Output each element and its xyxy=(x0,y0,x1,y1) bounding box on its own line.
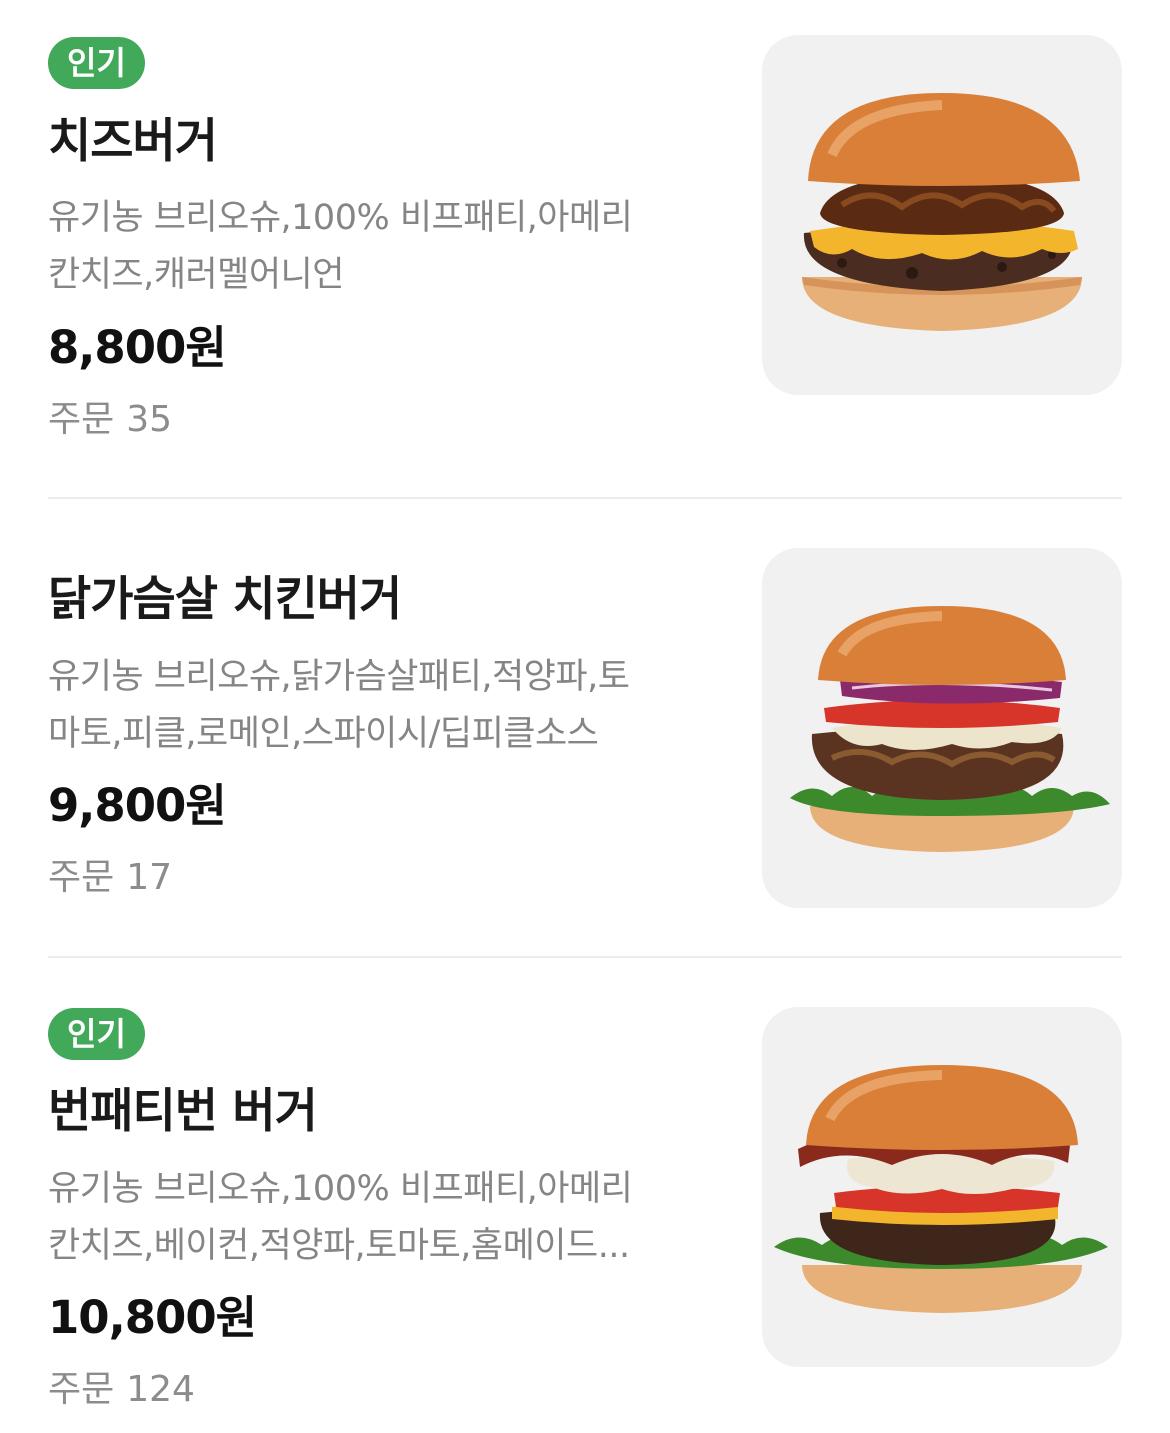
description-line: 유기농 브리오슈,100% 비프패티,아메리 xyxy=(48,1169,633,1209)
order-count-value: 124 xyxy=(126,1369,195,1410)
order-count-label: 주문 xyxy=(48,1369,115,1410)
chicken-burger-photo[interactable] xyxy=(762,548,1122,908)
description-line: 유기농 브리오슈,100% 비프패티,아메리 xyxy=(48,198,633,238)
menu-item-name: 닭가슴살 치킨버거 xyxy=(48,572,402,627)
burger-illustration xyxy=(774,1065,1108,1313)
description-line: 칸치즈,베이컨,적양파,토마토,홈메이드... xyxy=(48,1226,630,1266)
menu-item-description: 유기농 브리오슈,100% 비프패티,아메리 칸치즈,캐러멜어니언 xyxy=(48,190,698,304)
order-count: 주문 35 xyxy=(48,396,172,444)
order-count: 주문 124 xyxy=(48,1366,195,1414)
menu-item-price: 9,800원 xyxy=(48,779,227,832)
menu-item-cheeseburger[interactable]: 인기 치즈버거 유기농 브리오슈,100% 비프패티,아메리 칸치즈,캐러멜어니… xyxy=(0,0,1170,498)
cheeseburger-photo[interactable] xyxy=(762,35,1122,395)
bun-patty-bun-burger-photo[interactable] xyxy=(762,1007,1122,1367)
menu-item-name: 치즈버거 xyxy=(48,114,218,169)
order-count-label: 주문 xyxy=(48,857,115,898)
menu-item-description: 유기농 브리오슈,닭가슴살패티,적양파,토 마토,피클,로메인,스파이시/딥피클… xyxy=(48,649,698,763)
order-count: 주문 17 xyxy=(48,854,172,902)
menu-item-name: 번패티번 버거 xyxy=(48,1084,318,1139)
menu-list: 인기 치즈버거 유기농 브리오슈,100% 비프패티,아메리 칸치즈,캐러멜어니… xyxy=(0,0,1170,1433)
burger-illustration xyxy=(802,93,1082,331)
menu-item-price: 10,800원 xyxy=(48,1291,257,1344)
popular-badge: 인기 xyxy=(48,1008,145,1060)
order-count-label: 주문 xyxy=(48,399,115,440)
popular-badge: 인기 xyxy=(48,37,145,89)
menu-item-price: 8,800원 xyxy=(48,321,227,374)
menu-item-description: 유기농 브리오슈,100% 비프패티,아메리 칸치즈,베이컨,적양파,토마토,홈… xyxy=(48,1161,698,1275)
order-count-value: 17 xyxy=(126,857,173,898)
description-line: 유기농 브리오슈,닭가슴살패티,적양파,토 xyxy=(48,657,630,697)
menu-item-chicken-burger[interactable]: 닭가슴살 치킨버거 유기농 브리오슈,닭가슴살패티,적양파,토 마토,피클,로메… xyxy=(0,499,1170,957)
order-count-value: 35 xyxy=(126,399,173,440)
menu-item-bun-patty-bun-burger[interactable]: 인기 번패티번 버거 유기농 브리오슈,100% 비프패티,아메리 칸치즈,베이… xyxy=(0,958,1170,1433)
description-line: 칸치즈,캐러멜어니언 xyxy=(48,255,344,295)
burger-illustration xyxy=(790,606,1110,852)
description-line: 마토,피클,로메인,스파이시/딥피클소스 xyxy=(48,714,599,754)
